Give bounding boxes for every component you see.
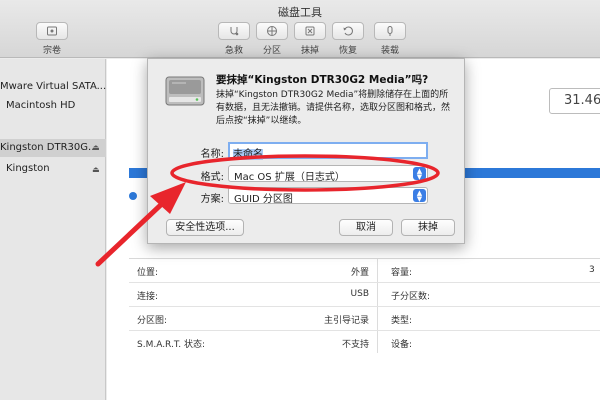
format-select[interactable]: Mac OS 扩展（日志式） ▲ ▼: [228, 165, 428, 183]
first-aid-button[interactable]: [218, 22, 250, 40]
row-divider: [129, 306, 600, 307]
format-label: 格式:: [200, 172, 224, 183]
scheme-value: GUID 分区图: [234, 194, 293, 205]
info-partition-map-value: 主引导记录: [323, 316, 369, 326]
mount-label: 装载: [380, 46, 399, 56]
eject-icon[interactable]: ⏏: [92, 143, 100, 152]
capacity-display: 31.46: [549, 88, 600, 114]
mount-button[interactable]: [374, 22, 406, 40]
volume-icon: [47, 26, 57, 36]
info-smart-label: S.M.A.R.T. 状态:: [137, 340, 206, 350]
erase-dialog: 要抹掉“Kingston DTR30G2 Media”吗? 抹掉“Kingsto…: [147, 58, 465, 244]
info-capacity-value: 3: [589, 265, 595, 275]
hard-disk-icon: [165, 76, 205, 106]
sidebar: Mware Virtual SATA... Macintosh HD Kings…: [0, 59, 106, 400]
name-field[interactable]: 未命名: [228, 142, 428, 160]
volume-label: 宗卷: [42, 46, 61, 56]
chevron-up-down-icon: ▲ ▼: [413, 189, 426, 203]
stethoscope-icon: [230, 27, 239, 36]
dialog-description: 抹掉“Kingston DTR30G2 Media”将删除储存在上面的所有数据，…: [216, 90, 451, 126]
cancel-button[interactable]: 取消: [339, 219, 393, 236]
info-connection-value: USB: [350, 289, 369, 299]
first-aid-label: 急救: [224, 46, 243, 56]
row-divider: [129, 282, 600, 283]
info-partition-map-label: 分区图:: [137, 316, 168, 326]
restore-button[interactable]: [332, 22, 364, 40]
chevron-up-down-icon: ▲ ▼: [413, 167, 426, 181]
window-title: 磁盘工具: [278, 6, 322, 19]
erase-toolbar-label: 抹掉: [300, 46, 319, 56]
name-value: 未命名: [233, 149, 263, 160]
scheme-select[interactable]: GUID 分区图 ▲ ▼: [228, 187, 428, 205]
sidebar-item-label: Kingston DTR30G...: [0, 142, 98, 153]
row-divider: [129, 330, 600, 331]
partition-label: 分区: [262, 46, 281, 56]
sidebar-item-vmware-disk[interactable]: Mware Virtual SATA...: [0, 81, 106, 92]
info-capacity-label: 容量:: [391, 268, 413, 278]
partition-button[interactable]: [256, 22, 288, 40]
sidebar-item-kingston-volume[interactable]: Kingston: [6, 163, 50, 174]
erase-toolbar-button[interactable]: [294, 22, 326, 40]
info-location-value: 外置: [350, 268, 369, 278]
info-child-count-label: 子分区数:: [391, 292, 431, 302]
erase-icon: [305, 26, 315, 36]
sidebar-item-kingston-disk[interactable]: Kingston DTR30G...: [0, 139, 106, 157]
info-smart-value: 不支持: [341, 340, 369, 350]
partition-icon: [267, 26, 277, 36]
volume-button[interactable]: [36, 22, 68, 40]
sidebar-item-macintosh-hd[interactable]: Macintosh HD: [6, 100, 75, 111]
legend-dot: [129, 192, 137, 200]
scheme-label: 方案:: [200, 194, 224, 205]
name-label: 名称:: [200, 149, 224, 160]
info-type-label: 类型:: [391, 316, 413, 326]
info-device-label: 设备:: [391, 340, 413, 350]
format-value: Mac OS 扩展（日志式）: [234, 172, 345, 183]
toolbar: 磁盘工具 宗卷 急救 分区 抹掉 恢复 装载: [0, 0, 600, 58]
dialog-title: 要抹掉“Kingston DTR30G2 Media”吗?: [216, 74, 429, 86]
mount-icon: [387, 26, 393, 36]
info-connection-label: 连接:: [137, 292, 159, 302]
restore-icon: [343, 26, 353, 36]
info-location-label: 位置:: [137, 268, 159, 278]
restore-label: 恢复: [338, 46, 357, 56]
security-options-button[interactable]: 安全性选项...: [166, 219, 244, 236]
erase-button[interactable]: 抹掉: [401, 219, 455, 236]
info-table: 位置: 外置 连接: USB 分区图: 主引导记录 S.M.A.R.T. 状态:…: [129, 258, 600, 353]
eject-icon[interactable]: ⏏: [92, 165, 100, 174]
